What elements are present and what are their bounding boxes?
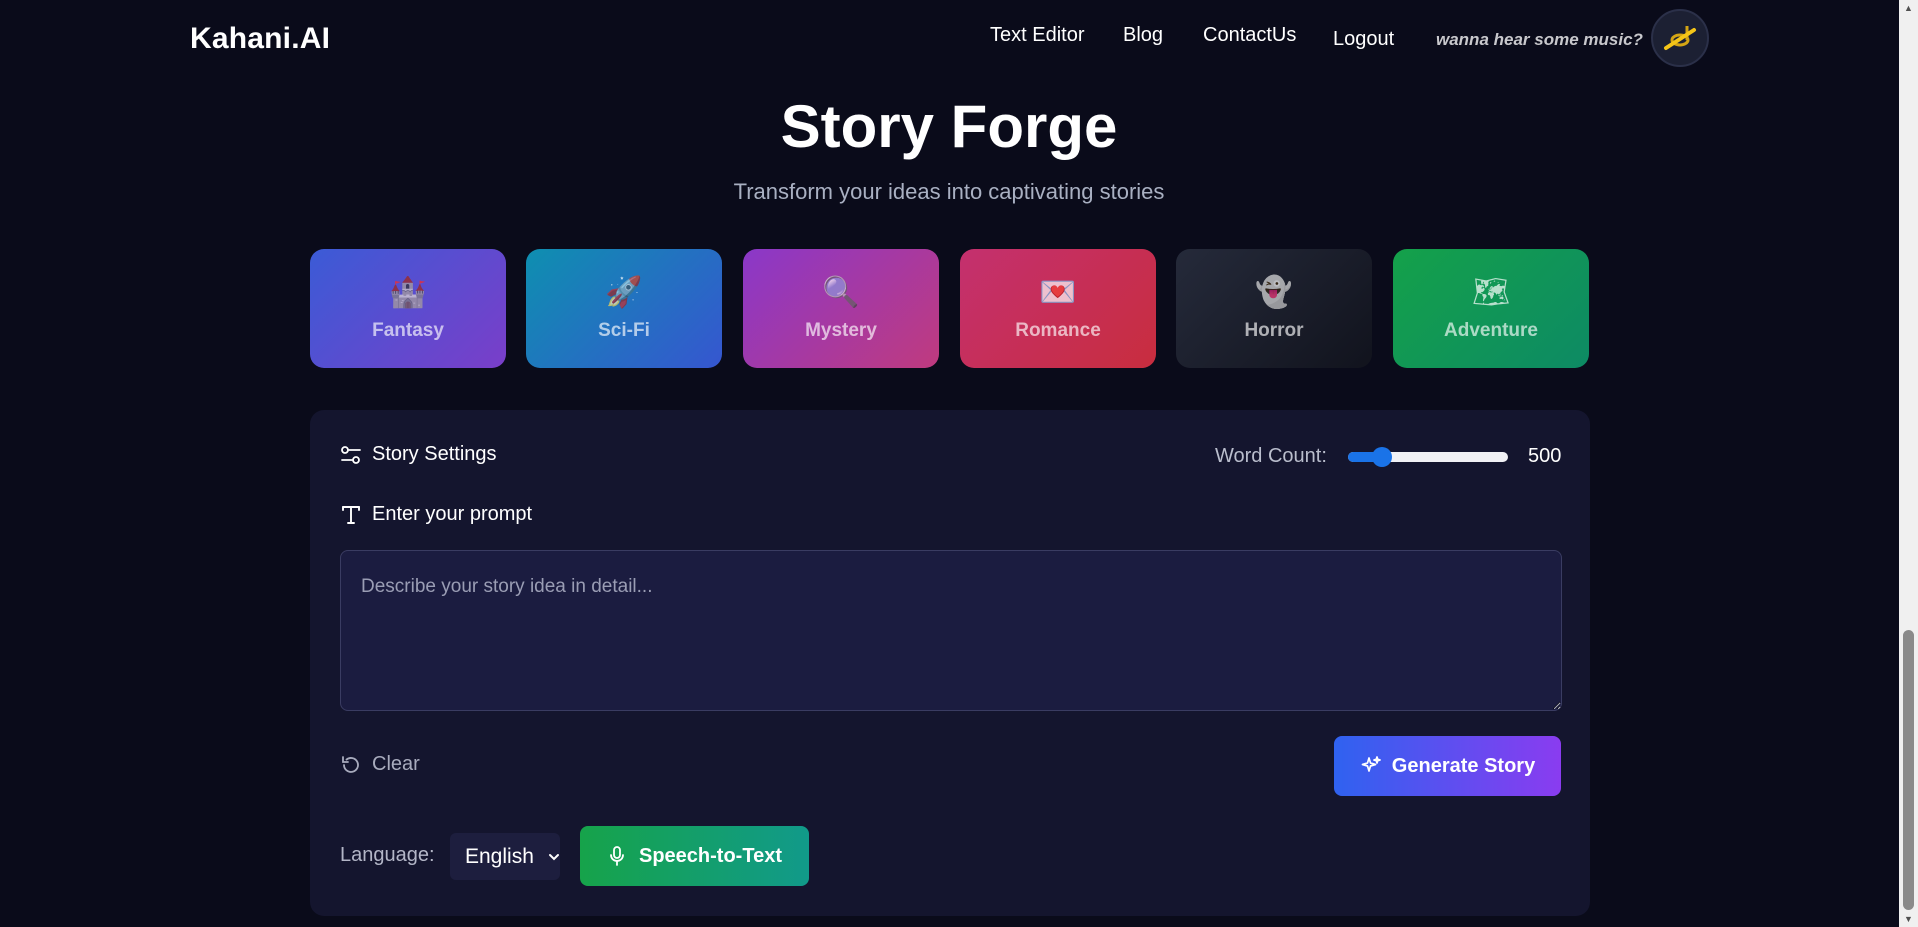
prompt-input[interactable] <box>340 550 1562 711</box>
page-subtitle: Transform your ideas into captivating st… <box>733 179 1165 204</box>
language-label: Language: <box>340 844 435 866</box>
magnifier-icon: 🔍 <box>822 275 860 309</box>
word-count-slider-thumb[interactable] <box>1371 447 1392 467</box>
page-scrollbar[interactable]: ▲ ▼ <box>1899 0 1918 927</box>
nav-text-editor[interactable]: Text Editor <box>990 24 1084 47</box>
prompt-label: Enter your prompt <box>372 503 533 525</box>
clear-label: Clear <box>372 753 420 775</box>
ghost-icon: 👻 <box>1255 275 1293 309</box>
story-settings-title: Story Settings <box>372 443 497 465</box>
chevron-down-icon <box>548 853 559 860</box>
text-type-icon <box>342 505 360 524</box>
genre-card-romance[interactable]: 💌 Romance <box>960 249 1156 368</box>
scroll-up-icon[interactable]: ▲ <box>1899 0 1918 16</box>
prompt-heading: Enter your prompt <box>340 503 532 526</box>
genre-label: Sci-Fi <box>598 319 650 341</box>
scrollbar-thumb[interactable] <box>1903 630 1914 910</box>
genre-card-sci-fi[interactable]: 🚀 Sci-Fi <box>526 249 722 368</box>
word-count-slider[interactable] <box>1348 447 1508 467</box>
speech-to-text-label: Speech-to-Text <box>639 844 782 867</box>
genre-card-horror[interactable]: 👻 Horror <box>1176 249 1372 368</box>
map-icon: 🗺 <box>1471 275 1511 309</box>
genre-card-adventure[interactable]: 🗺 Adventure <box>1393 249 1589 368</box>
generate-story-label: Generate Story <box>1391 754 1536 777</box>
genre-label: Romance <box>1015 319 1101 341</box>
scroll-down-icon[interactable]: ▼ <box>1899 911 1918 927</box>
word-count-label: Word Count: <box>1215 445 1327 467</box>
genre-card-fantasy[interactable]: 🏰 Fantasy <box>310 249 506 368</box>
music-toggle-button[interactable] <box>1651 9 1709 67</box>
page-title: Story Forge <box>780 93 1118 160</box>
page: Kahani.AI Text Editor Blog ContactUs Log… <box>0 0 1918 927</box>
rocket-icon: 🚀 <box>605 275 643 309</box>
microphone-icon <box>610 846 624 866</box>
genre-label: Fantasy <box>372 319 444 341</box>
castle-icon: 🏰 <box>389 275 427 309</box>
genre-label: Horror <box>1244 319 1304 341</box>
nav-logout[interactable]: Logout <box>1333 28 1394 51</box>
language-select[interactable]: English <box>450 833 560 880</box>
speech-to-text-button[interactable]: Speech-to-Text <box>580 826 809 886</box>
genre-label: Mystery <box>805 319 877 341</box>
language-value: English <box>465 844 534 868</box>
word-count-value: 500 <box>1528 445 1562 467</box>
genre-label: Adventure <box>1444 319 1538 341</box>
love-letter-icon: 💌 <box>1039 275 1077 309</box>
nav-contact-us[interactable]: ContactUs <box>1203 24 1296 47</box>
music-off-icon <box>1664 26 1696 50</box>
music-prompt-text: wanna hear some music? <box>1436 30 1643 49</box>
genre-card-mystery[interactable]: 🔍 Mystery <box>743 249 939 368</box>
reset-icon <box>342 755 359 773</box>
nav-blog[interactable]: Blog <box>1123 24 1163 47</box>
story-settings-heading: Story Settings <box>340 443 497 466</box>
clear-button[interactable]: Clear <box>340 753 420 776</box>
sparkles-icon <box>1361 756 1381 772</box>
sliders-icon <box>341 445 361 464</box>
story-settings-panel: Story Settings Word Count: 500 Enter you… <box>310 410 1590 916</box>
generate-story-button[interactable]: Generate Story <box>1334 736 1561 796</box>
